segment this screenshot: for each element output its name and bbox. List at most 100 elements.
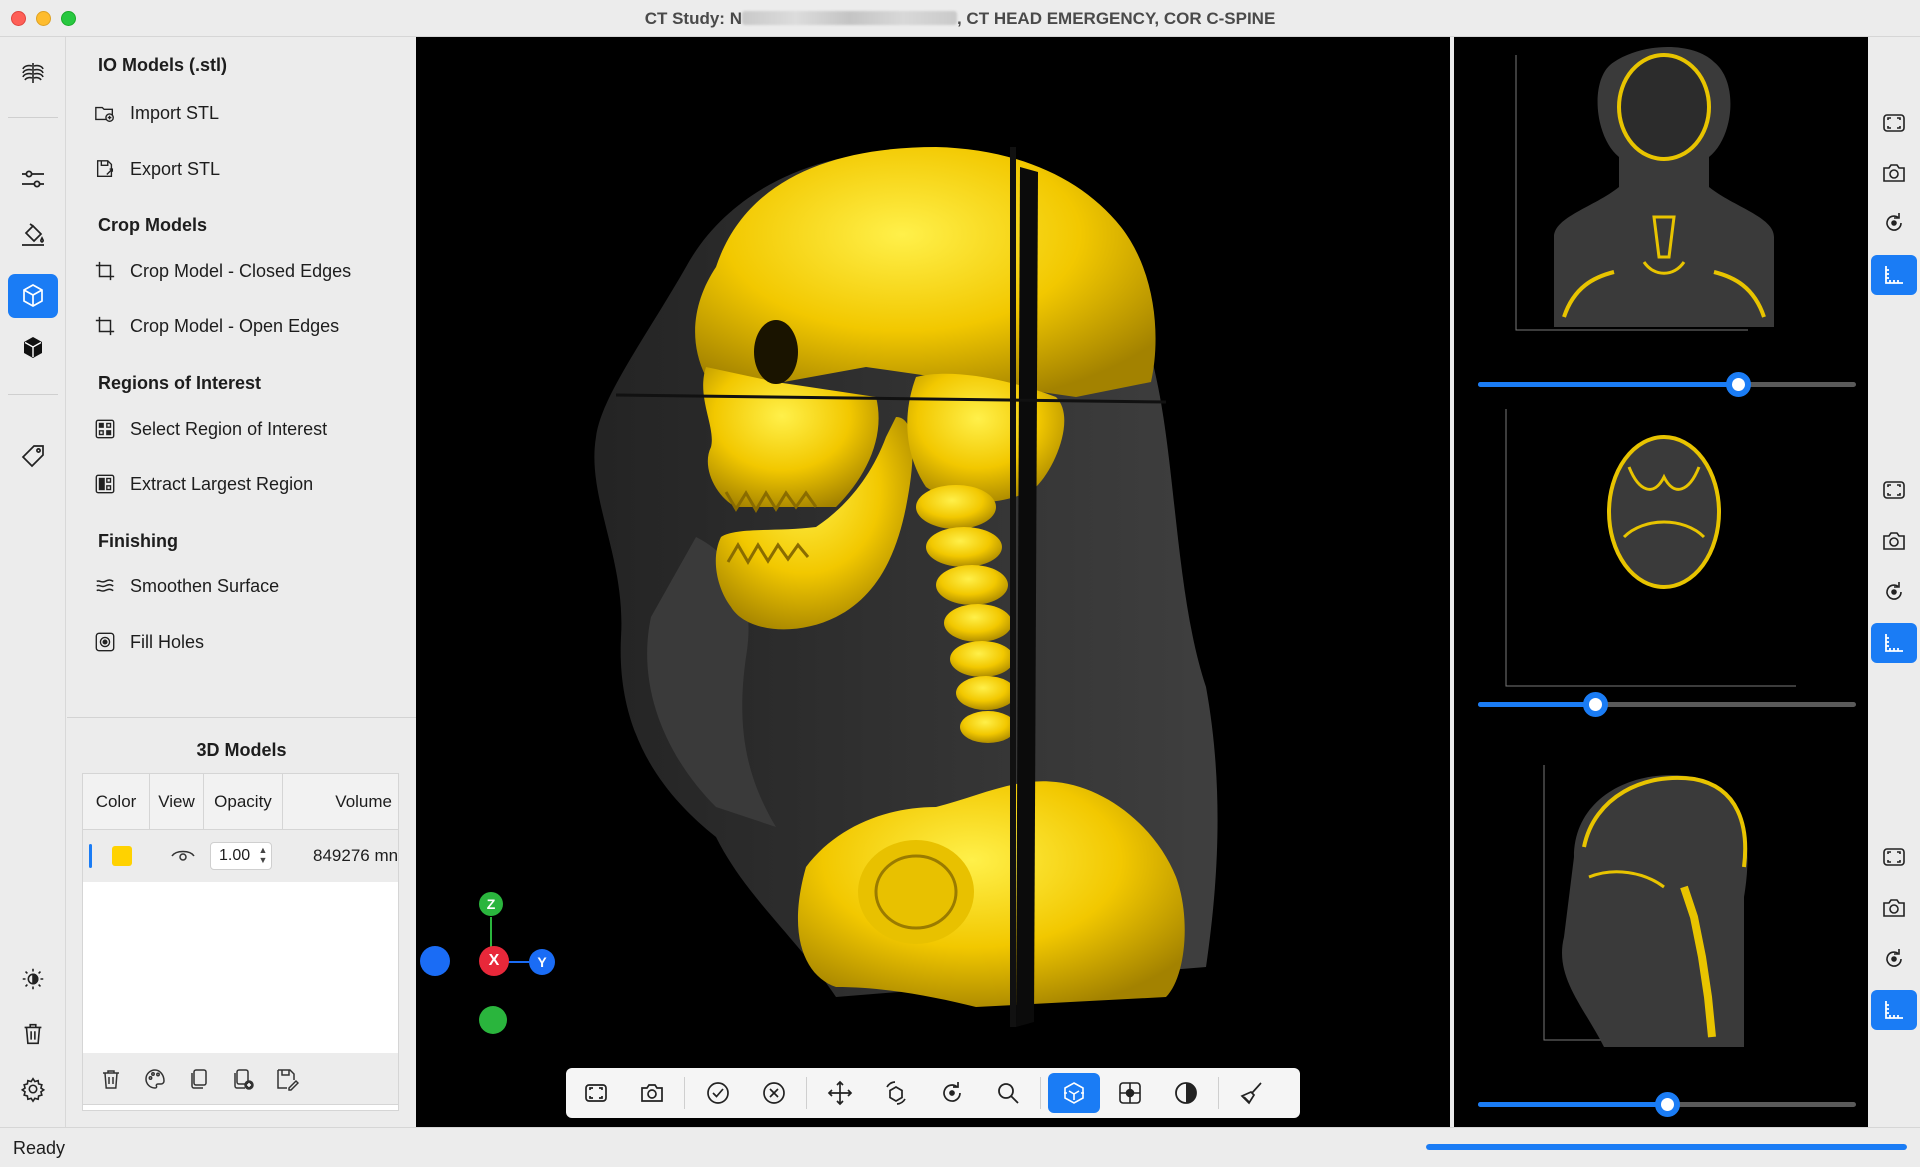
axis-y-handle[interactable]: Y (529, 949, 555, 975)
rail-solid-model-button[interactable] (8, 326, 58, 370)
sagittal-rotate-button[interactable] (1871, 939, 1917, 979)
slice-views-panel (1450, 37, 1868, 1127)
status-bar: Ready (0, 1127, 1920, 1167)
clear-button[interactable] (1226, 1073, 1278, 1113)
opacity-value: 1.00 (219, 847, 251, 864)
rail-segmentation-button[interactable] (8, 51, 58, 95)
add-model-button[interactable] (227, 1063, 259, 1095)
window-title-prefix: CT Study: N (644, 9, 742, 28)
section-crop-models: Crop Models (98, 215, 208, 235)
status-text: Ready (13, 1138, 66, 1158)
models-panel: 3D Models Color View Opacity Volume 1.00… (67, 717, 416, 1127)
slider-fill (1478, 382, 1739, 387)
rotate-button[interactable] (926, 1073, 978, 1113)
rail-delete-button[interactable] (8, 1012, 58, 1056)
crop-closed-edges-button[interactable]: Crop Model - Closed Edges (93, 254, 351, 288)
accept-button[interactable] (692, 1073, 744, 1113)
column-volume[interactable]: Volume (283, 774, 398, 830)
sagittal-slice-view[interactable] (1454, 757, 1868, 1120)
opacity-stepper[interactable]: 1.00 ▲ ▼ (210, 842, 272, 870)
eye-icon[interactable] (170, 844, 196, 868)
stepper-arrows-icon[interactable]: ▲ ▼ (257, 845, 269, 867)
screenshot-button[interactable] (626, 1073, 678, 1113)
window-title-suffix: , CT HEAD EMERGENCY, COR C-SPINE (956, 9, 1276, 28)
import-stl-label: Import STL (130, 102, 220, 123)
fill-holes-button[interactable]: Fill Holes (93, 625, 204, 659)
fullscreen-icon (1883, 848, 1905, 866)
ruler-icon (1885, 1001, 1903, 1019)
camera-icon (1883, 164, 1905, 182)
axis-z-handle[interactable]: Z (479, 892, 503, 916)
model-color-swatch[interactable] (112, 846, 132, 866)
axial-fit-button[interactable] (1871, 470, 1917, 510)
check-circle-icon (707, 1082, 729, 1104)
export-stl-button[interactable]: Export STL (93, 152, 220, 186)
delete-model-button[interactable] (95, 1063, 127, 1095)
select-roi-label: Select Region of Interest (130, 418, 328, 439)
axis-x-handle[interactable]: X (479, 946, 509, 976)
smoothen-surface-button[interactable]: Smoothen Surface (93, 569, 279, 603)
sagittal-slice-slider[interactable] (1478, 1092, 1856, 1117)
axis-neg-y-handle[interactable] (420, 946, 450, 976)
rail-3d-models-button[interactable] (8, 274, 58, 318)
save-model-button[interactable] (271, 1063, 303, 1095)
rotate-icon (1886, 213, 1902, 231)
zoom-button[interactable] (982, 1073, 1034, 1113)
slider-knob[interactable] (1582, 692, 1608, 717)
save-edit-icon (277, 1069, 299, 1091)
axis-neg-z-handle[interactable] (479, 1006, 507, 1034)
coronal-slice-slider[interactable] (1478, 372, 1856, 397)
model-color-button[interactable] (139, 1063, 171, 1095)
gear-icon (20, 1077, 46, 1103)
column-view[interactable]: View (150, 774, 204, 830)
axial-ruler-button[interactable] (1871, 623, 1917, 663)
row-selection-indicator (89, 844, 92, 868)
axial-screenshot-button[interactable] (1871, 521, 1917, 561)
camera-icon (641, 1084, 663, 1102)
copy-icon (191, 1069, 207, 1089)
contrast-icon (1175, 1082, 1197, 1104)
rail-paint-button[interactable] (8, 212, 58, 256)
coronal-slice-view[interactable] (1454, 37, 1868, 400)
table-row[interactable]: 1.00 ▲ ▼ 849276 mn (83, 830, 398, 882)
crosshair-grid-icon (1119, 1082, 1141, 1104)
duplicate-model-button[interactable] (183, 1063, 215, 1095)
coronal-screenshot-button[interactable] (1871, 153, 1917, 193)
contrast-button[interactable] (1160, 1073, 1212, 1113)
import-stl-button[interactable]: Import STL (93, 96, 219, 130)
coronal-fit-button[interactable] (1871, 103, 1917, 143)
crosshair-button[interactable] (1104, 1073, 1156, 1113)
rail-brightness-button[interactable] (8, 957, 58, 1001)
coronal-rotate-button[interactable] (1871, 203, 1917, 243)
tag-icon (21, 445, 44, 468)
select-roi-button[interactable]: Select Region of Interest (93, 412, 327, 446)
cancel-button[interactable] (748, 1073, 800, 1113)
crop-open-edges-button[interactable]: Crop Model - Open Edges (93, 309, 339, 343)
axial-slice-slider[interactable] (1478, 692, 1856, 717)
cube-solid-icon (24, 337, 42, 358)
axial-slice-image (1505, 409, 1796, 687)
axial-rotate-button[interactable] (1871, 572, 1917, 612)
fit-view-button[interactable] (570, 1073, 622, 1113)
coronal-ruler-button[interactable] (1871, 255, 1917, 295)
volume-render-button[interactable] (1048, 1073, 1100, 1113)
pan-button[interactable] (814, 1073, 866, 1113)
extract-largest-region-label: Extract Largest Region (130, 473, 314, 494)
sagittal-screenshot-button[interactable] (1871, 888, 1917, 928)
section-io-models: IO Models (.stl) (98, 55, 228, 75)
slider-knob[interactable] (1654, 1092, 1680, 1117)
extract-largest-region-button[interactable]: Extract Largest Region (93, 467, 313, 501)
slider-knob[interactable] (1726, 372, 1752, 397)
column-color[interactable]: Color (83, 774, 150, 830)
3d-viewport[interactable]: Z X Y (416, 37, 1450, 1127)
x-circle-icon (763, 1082, 785, 1104)
axial-slice-view[interactable] (1454, 397, 1868, 760)
search-icon (998, 1083, 1019, 1104)
column-opacity[interactable]: Opacity (204, 774, 283, 830)
sagittal-fit-button[interactable] (1871, 837, 1917, 877)
sagittal-ruler-button[interactable] (1871, 990, 1917, 1030)
rail-adjust-button[interactable] (8, 157, 58, 201)
rail-label-button[interactable] (8, 434, 58, 478)
rail-settings-button[interactable] (8, 1067, 58, 1111)
rotate-3d-button[interactable] (870, 1073, 922, 1113)
